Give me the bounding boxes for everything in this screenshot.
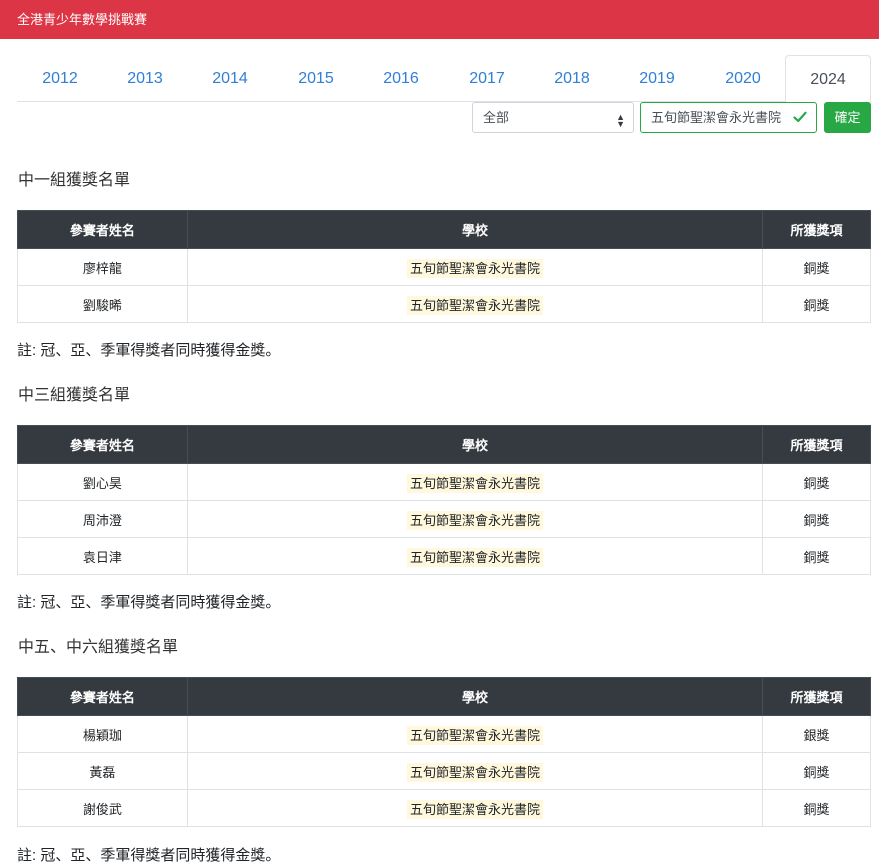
school-name: 五旬節聖潔會永光書院 [406,473,543,493]
awards-table-form3: 參賽者姓名 學校 所獲獎項 劉心昊 五旬節聖潔會永光書院 銅獎 周沛澄 五旬節聖… [17,425,871,575]
school-name: 五旬節聖潔會永光書院 [406,547,543,567]
tab-2020[interactable]: 2020 [700,55,786,102]
table-header-row: 參賽者姓名 學校 所獲獎項 [17,425,871,464]
table-header-row: 參賽者姓名 學校 所獲獎項 [17,677,871,716]
table-row: 周沛澄 五旬節聖潔會永光書院 銅獎 [17,500,871,538]
table-header-row: 參賽者姓名 學校 所獲獎項 [17,210,871,249]
school-cell: 五旬節聖潔會永光書院 [186,537,764,575]
table-row: 袁日津 五旬節聖潔會永光書院 銅獎 [17,537,871,575]
school-cell: 五旬節聖潔會永光書院 [186,463,764,501]
school-cell: 五旬節聖潔會永光書院 [186,248,764,286]
school-name: 五旬節聖潔會永光書院 [406,762,543,782]
participant-name: 袁日津 [17,537,188,575]
confirm-button[interactable]: 確定 [824,102,871,133]
section-title-form1: 中一組獲獎名單 [18,172,131,189]
col-header-school: 學校 [186,210,764,249]
col-header-award: 所獲獎項 [762,210,871,249]
school-field[interactable]: 五旬節聖潔會永光書院 [640,102,817,133]
school-field-value: 五旬節聖潔會永光書院 [651,110,782,125]
col-header-name: 參賽者姓名 [17,677,188,716]
award-cell: 銅獎 [762,537,871,575]
award-note: 註: 冠、亞、季軍得獎者同時獲得金獎。 [17,594,281,611]
tab-2015[interactable]: 2015 [273,55,359,102]
col-header-school: 學校 [186,425,764,464]
tab-2012[interactable]: 2012 [17,55,103,102]
award-cell: 銅獎 [762,463,871,501]
participant-name: 謝俊武 [17,789,188,827]
school-cell: 五旬節聖潔會永光書院 [186,715,764,753]
participant-name: 楊穎珈 [17,715,188,753]
table-row: 黃磊 五旬節聖潔會永光書院 銅獎 [17,752,871,790]
awards-table-form1: 參賽者姓名 學校 所獲獎項 廖梓龍 五旬節聖潔會永光書院 銅獎 劉駿晞 五旬節聖… [17,210,871,323]
award-cell: 銅獎 [762,789,871,827]
top-header-bar: 全港青少年數學挑戰賽 [0,0,879,39]
school-cell: 五旬節聖潔會永光書院 [186,285,764,323]
col-header-school: 學校 [186,677,764,716]
school-cell: 五旬節聖潔會永光書院 [186,752,764,790]
school-name: 五旬節聖潔會永光書院 [406,510,543,530]
award-note: 註: 冠、亞、季軍得獎者同時獲得金獎。 [17,847,281,864]
school-cell: 五旬節聖潔會永光書院 [186,789,764,827]
table-row: 劉駿晞 五旬節聖潔會永光書院 銅獎 [17,285,871,323]
tab-2013[interactable]: 2013 [102,55,188,102]
participant-name: 劉心昊 [17,463,188,501]
category-select[interactable]: 全部 ▲ ▼ [472,102,634,133]
participant-name: 劉駿晞 [17,285,188,323]
award-note: 註: 冠、亞、季軍得獎者同時獲得金獎。 [17,342,281,359]
school-cell: 五旬節聖潔會永光書院 [186,500,764,538]
tab-2016[interactable]: 2016 [358,55,444,102]
participant-name: 廖梓龍 [17,248,188,286]
tab-2014[interactable]: 2014 [187,55,273,102]
section-title-form3: 中三組獲獎名單 [18,387,131,404]
table-row: 楊穎珈 五旬節聖潔會永光書院 銀獎 [17,715,871,753]
section-title-form5-6: 中五、中六組獲獎名單 [18,639,179,656]
year-tabs: 2012 2013 2014 2015 2016 2017 2018 2019 … [17,55,871,103]
award-cell: 銀獎 [762,715,871,753]
award-cell: 銅獎 [762,500,871,538]
participant-name: 周沛澄 [17,500,188,538]
table-row: 廖梓龍 五旬節聖潔會永光書院 銅獎 [17,248,871,286]
tab-2024[interactable]: 2024 [785,55,871,103]
tab-2017[interactable]: 2017 [444,55,530,102]
col-header-award: 所獲獎項 [762,677,871,716]
award-cell: 銅獎 [762,285,871,323]
col-header-name: 參賽者姓名 [17,425,188,464]
awards-table-form5-6: 參賽者姓名 學校 所獲獎項 楊穎珈 五旬節聖潔會永光書院 銀獎 黃磊 五旬節聖潔… [17,677,871,827]
award-cell: 銅獎 [762,248,871,286]
check-icon [793,111,807,123]
tab-2018[interactable]: 2018 [529,55,615,102]
school-name: 五旬節聖潔會永光書院 [406,725,543,745]
col-header-award: 所獲獎項 [762,425,871,464]
school-name: 五旬節聖潔會永光書院 [406,258,543,278]
table-row: 謝俊武 五旬節聖潔會永光書院 銅獎 [17,789,871,827]
col-header-name: 參賽者姓名 [17,210,188,249]
school-name: 五旬節聖潔會永光書院 [406,799,543,819]
tab-2019[interactable]: 2019 [614,55,700,102]
participant-name: 黃磊 [17,752,188,790]
table-row: 劉心昊 五旬節聖潔會永光書院 銅獎 [17,463,871,501]
site-title: 全港青少年數學挑戰賽 [17,12,148,27]
award-cell: 銅獎 [762,752,871,790]
category-select-value: 全部 [483,110,510,125]
school-name: 五旬節聖潔會永光書院 [406,295,543,315]
